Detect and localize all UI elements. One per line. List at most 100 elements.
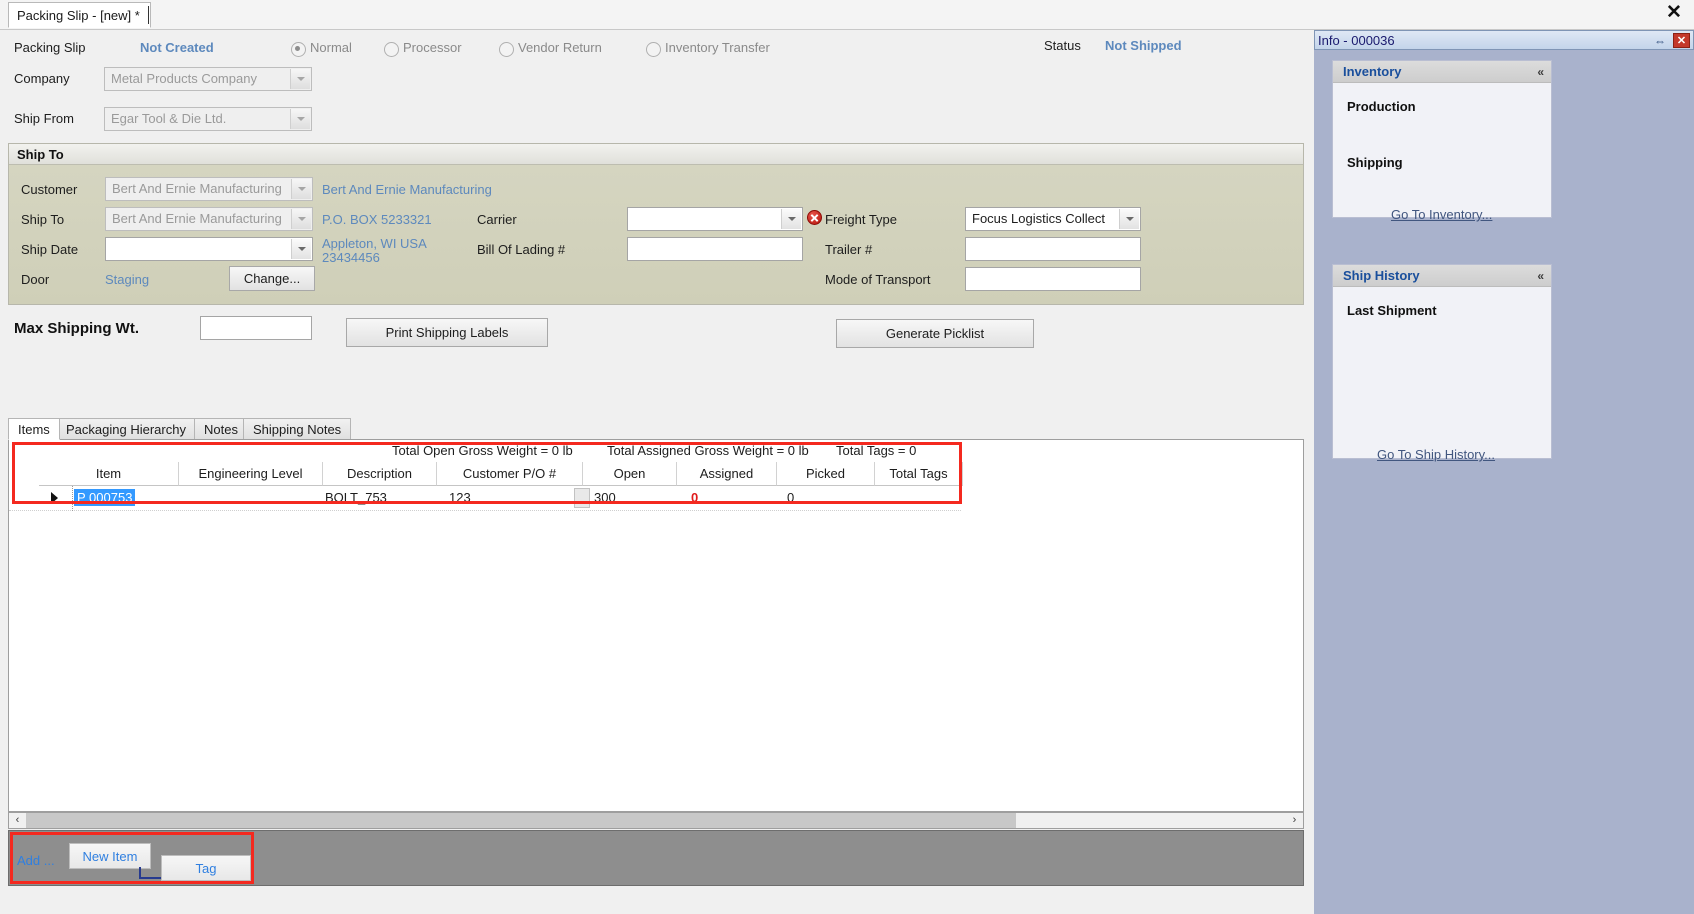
go-to-ship-history-link[interactable]: Go To Ship History... [1377,447,1495,462]
collapse-chevron-icon[interactable]: « [1537,65,1544,79]
cell-open[interactable]: 300 [594,490,616,505]
tab-packaging-hierarchy[interactable]: Packaging Hierarchy [56,418,196,440]
bill-of-lading-input[interactable] [627,237,803,261]
tab-shipping-notes[interactable]: Shipping Notes [243,418,352,440]
ship-date-label: Ship Date [21,242,79,257]
ship-to-address-line2: Appleton, WI USA [322,236,427,251]
tab-items[interactable]: Items [8,418,60,440]
mode-of-transport-label: Mode of Transport [825,272,931,287]
scroll-left-icon[interactable]: ‹ [9,813,26,828]
column-header-total-tags[interactable]: Total Tags [875,462,963,486]
document-tab-packing-slip[interactable]: Packing Slip - [new] * [8,2,151,28]
door-value: Staging [105,272,150,287]
cell-customer-po[interactable]: 123 [449,490,471,505]
info-dock: Info - 000036 ⇔ ✕ Inventory « Production… [1314,30,1694,914]
cell-picked[interactable]: 0 [787,490,794,505]
carrier-label: Carrier [477,212,517,227]
company-combo-value: Metal Products Company [111,71,257,86]
ship-to-address-line1: P.O. BOX 5233321 [322,212,432,227]
panel-inventory-item-shipping: Shipping [1347,155,1403,170]
collapse-chevron-icon[interactable]: « [1537,269,1544,283]
total-open-gross-weight: Total Open Gross Weight = 0 lb [392,443,573,458]
scroll-thumb[interactable] [26,813,1016,828]
radio-normal[interactable]: Normal [291,40,352,57]
action-connector [139,867,161,879]
ship-to-combo[interactable]: Bert And Ernie Manufacturing [105,207,313,231]
chevron-down-icon [291,209,311,229]
add-link[interactable]: Add ... [17,853,55,868]
column-header-customer-po[interactable]: Customer P/O # [437,462,583,486]
grid-totals-row: Total Open Gross Weight = 0 lb Total Ass… [9,440,1303,462]
pin-icon[interactable]: ⇔ [1654,34,1669,48]
status-label: Status [1044,38,1081,53]
radio-vendor-return[interactable]: Vendor Return [499,40,602,57]
new-item-button[interactable]: New Item [69,843,151,869]
column-header-assigned[interactable]: Assigned [677,462,777,486]
chevron-down-icon [1119,209,1139,229]
trailer-input[interactable] [965,237,1141,261]
close-icon[interactable]: ✕ [1673,33,1690,48]
radio-processor[interactable]: Processor [384,40,462,57]
chevron-down-icon [290,109,310,129]
go-to-inventory-link[interactable]: Go To Inventory... [1391,207,1492,222]
freight-type-combo[interactable]: Focus Logistics Collect [965,207,1141,231]
column-header-open[interactable]: Open [583,462,677,486]
app-window: Packing Slip - [new] * ✕ Packing Slip No… [0,0,1694,914]
company-combo[interactable]: Metal Products Company [104,67,312,91]
bill-of-lading-label: Bill Of Lading # [477,242,566,257]
ship-from-combo[interactable]: Egar Tool & Die Ltd. [104,107,312,131]
tab-shipping-notes-label: Shipping Notes [253,422,342,437]
carrier-combo[interactable] [627,207,803,231]
items-grid[interactable]: Total Open Gross Weight = 0 lb Total Ass… [8,439,1304,812]
detail-tabs: Items Packaging Hierarchy Notes Shipping… [8,418,1304,440]
document-tab-label: Packing Slip - [new] * [17,8,140,23]
max-shipping-wt-input[interactable] [200,316,312,340]
radio-vendor-return-label: Vendor Return [518,40,602,55]
company-label: Company [14,71,70,86]
freight-type-value: Focus Logistics Collect [972,211,1105,226]
tag-button[interactable]: Tag [161,855,251,881]
table-row[interactable] [9,486,961,511]
tab-items-label: Items [18,422,50,437]
customer-combo-value: Bert And Ernie Manufacturing [112,181,282,196]
tab-packaging-hierarchy-label: Packaging Hierarchy [66,422,186,437]
column-header-item[interactable]: Item [39,462,179,486]
row-divider [72,486,73,511]
radio-inventory-transfer[interactable]: Inventory Transfer [646,40,770,57]
cell-description[interactable]: BOLT_753 [325,490,387,505]
customer-po-picker-icon[interactable] [574,488,590,508]
customer-display-name: Bert And Ernie Manufacturing [322,182,492,197]
tab-notes-label: Notes [204,422,238,437]
customer-combo[interactable]: Bert And Ernie Manufacturing [105,177,313,201]
row-selector-icon [51,492,58,504]
column-header-picked[interactable]: Picked [777,462,875,486]
window-tab-bar: Packing Slip - [new] * ✕ [0,0,1694,30]
scroll-right-icon[interactable]: › [1286,813,1303,828]
packing-slip-label: Packing Slip [14,40,86,55]
generate-picklist-button[interactable]: Generate Picklist [836,319,1034,348]
ship-to-group: Ship To Customer Bert And Ernie Manufact… [8,143,1304,305]
info-dock-title-bar[interactable]: Info - 000036 ⇔ ✕ [1314,30,1694,50]
tab-notes[interactable]: Notes [194,418,248,440]
close-icon[interactable]: ✕ [1664,3,1684,24]
grid-horizontal-scrollbar[interactable]: ‹ › [8,812,1304,829]
panel-ship-history-item-last-shipment: Last Shipment [1347,303,1437,318]
chevron-down-icon [781,209,801,229]
chevron-down-icon [290,69,310,89]
customer-label: Customer [21,182,78,197]
change-door-button[interactable]: Change... [229,266,315,291]
cell-assigned[interactable]: 0 [691,490,698,505]
ship-from-label: Ship From [14,111,74,126]
door-label: Door [21,272,50,287]
chevron-down-icon [291,179,311,199]
panel-inventory-header[interactable]: Inventory « [1333,61,1551,83]
ship-from-combo-value: Egar Tool & Die Ltd. [111,111,227,126]
chevron-down-icon [291,239,311,259]
print-shipping-labels-button[interactable]: Print Shipping Labels [346,318,548,347]
mode-of-transport-input[interactable] [965,267,1141,291]
ship-date-combo[interactable] [105,237,313,261]
panel-ship-history-header[interactable]: Ship History « [1333,265,1551,287]
cell-item[interactable]: P 000753 [74,489,136,506]
column-header-description[interactable]: Description [323,462,437,486]
column-header-engineering-level[interactable]: Engineering Level [179,462,323,486]
